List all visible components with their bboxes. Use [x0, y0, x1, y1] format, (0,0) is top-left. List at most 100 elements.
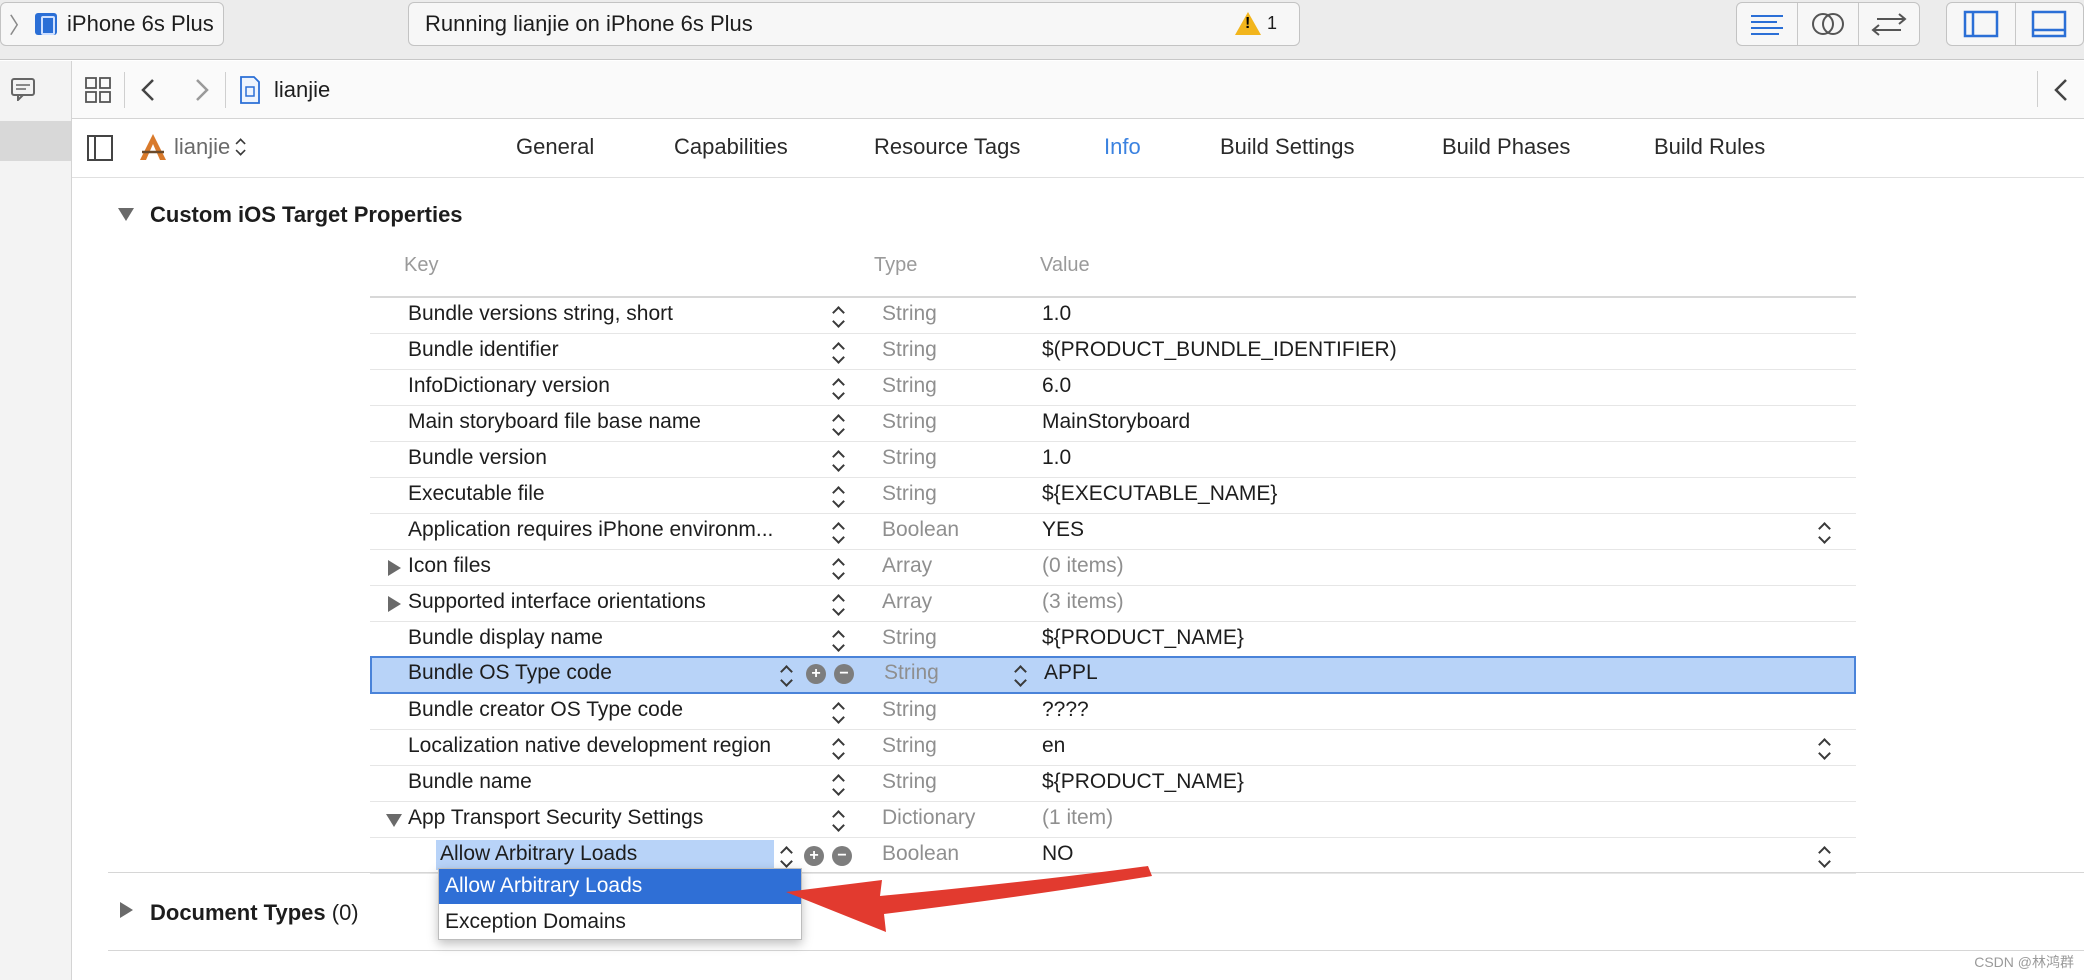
- jumpbar-divider: [2037, 71, 2038, 107]
- key-edit-field[interactable]: Allow Arbitrary Loads: [436, 840, 774, 870]
- table-row[interactable]: Bundle versions string, short String 1.0: [370, 298, 1856, 334]
- table-row[interactable]: Bundle identifier String $(PRODUCT_BUNDL…: [370, 334, 1856, 370]
- jump-bar: lianjie: [72, 61, 2084, 119]
- key-autocomplete-menu: Allow Arbitrary Loads Exception Domains: [438, 868, 802, 940]
- row-value[interactable]: ${EXECUTABLE_NAME}: [1042, 482, 1277, 506]
- row-value: (0 items): [1042, 554, 1124, 577]
- version-editor-button[interactable]: [1859, 3, 1919, 45]
- jumpbar-file-name[interactable]: lianjie: [274, 77, 330, 103]
- key-stepper-icon[interactable]: [832, 630, 846, 652]
- row-value[interactable]: en: [1042, 734, 1065, 758]
- key-stepper-icon[interactable]: [832, 774, 846, 796]
- target-selector[interactable]: lianjie: [138, 132, 248, 162]
- document-types-count: (0): [331, 900, 359, 925]
- row-value[interactable]: YES: [1042, 518, 1084, 542]
- key-stepper-icon[interactable]: [832, 342, 846, 364]
- toggle-navigator-button[interactable]: [1947, 3, 2016, 45]
- key-stepper-icon[interactable]: [832, 486, 846, 508]
- table-row[interactable]: InfoDictionary version String 6.0: [370, 370, 1856, 406]
- row-value[interactable]: APPL: [1044, 661, 1098, 685]
- row-key: Bundle version: [408, 446, 547, 469]
- column-header-key[interactable]: Key: [404, 254, 438, 277]
- toggle-debug-area-button[interactable]: [2016, 3, 2084, 45]
- key-stepper-icon[interactable]: [832, 810, 846, 832]
- tab-resource-tags[interactable]: Resource Tags: [874, 134, 1020, 160]
- menu-item-allow-arbitrary-loads[interactable]: Allow Arbitrary Loads: [439, 869, 801, 904]
- standard-editor-icon: [1751, 15, 1783, 35]
- tab-build-settings[interactable]: Build Settings: [1220, 134, 1355, 160]
- table-row[interactable]: Executable file String ${EXECUTABLE_NAME…: [370, 478, 1856, 514]
- key-stepper-icon[interactable]: [832, 522, 846, 544]
- key-stepper-icon[interactable]: [832, 306, 846, 328]
- gutter-selection: [0, 121, 71, 161]
- warning-indicator[interactable]: 1: [1234, 12, 1277, 35]
- menu-item-exception-domains[interactable]: Exception Domains: [439, 905, 801, 940]
- row-value[interactable]: 1.0: [1042, 302, 1071, 326]
- row-value[interactable]: MainStoryboard: [1042, 410, 1190, 434]
- issue-bubble-icon[interactable]: [10, 77, 38, 101]
- remove-row-icon[interactable]: −: [834, 664, 854, 684]
- table-row[interactable]: Bundle creator OS Type code String ????: [370, 694, 1856, 730]
- forward-arrow-icon[interactable]: [189, 76, 213, 104]
- add-row-icon[interactable]: +: [806, 664, 826, 684]
- key-stepper-icon[interactable]: [832, 414, 846, 436]
- tab-build-phases[interactable]: Build Phases: [1442, 134, 1570, 160]
- type-stepper-icon[interactable]: [1014, 665, 1028, 687]
- value-stepper-icon[interactable]: [1818, 846, 1832, 868]
- value-stepper-icon[interactable]: [1818, 522, 1832, 544]
- row-key: Bundle OS Type code: [408, 661, 612, 684]
- key-stepper-icon[interactable]: [832, 378, 846, 400]
- disclosure-collapsed-icon[interactable]: [120, 902, 133, 918]
- table-row[interactable]: Application requires iPhone environm... …: [370, 514, 1856, 550]
- row-value[interactable]: 1.0: [1042, 446, 1071, 470]
- standard-editor-button[interactable]: [1737, 3, 1798, 45]
- navigator-panel-icon: [1963, 10, 1998, 38]
- table-row[interactable]: Localization native development region S…: [370, 730, 1856, 766]
- section-title: Custom iOS Target Properties: [150, 202, 463, 227]
- disclosure-collapsed-icon[interactable]: [388, 596, 401, 612]
- column-header-type[interactable]: Type: [874, 254, 917, 277]
- table-row[interactable]: Icon files Array (0 items): [370, 550, 1856, 586]
- key-stepper-icon[interactable]: [832, 450, 846, 472]
- key-stepper-icon[interactable]: [832, 558, 846, 580]
- disclosure-expanded-icon[interactable]: [118, 208, 134, 221]
- table-row-selected[interactable]: Bundle OS Type code + − String APPL: [370, 656, 1856, 694]
- row-type: String: [882, 482, 937, 505]
- table-row[interactable]: App Transport Security Settings Dictiona…: [370, 802, 1856, 838]
- tab-info[interactable]: Info: [1104, 134, 1141, 160]
- key-stepper-icon[interactable]: [832, 702, 846, 724]
- row-type: String: [882, 338, 937, 361]
- row-value[interactable]: ${PRODUCT_NAME}: [1042, 770, 1244, 794]
- disclosure-expanded-icon[interactable]: [386, 814, 402, 827]
- watermark: CSDN @林鸿群: [1974, 954, 2074, 970]
- table-row[interactable]: Supported interface orientations Array (…: [370, 586, 1856, 622]
- value-stepper-icon[interactable]: [1818, 738, 1832, 760]
- tab-capabilities[interactable]: Capabilities: [674, 134, 788, 160]
- row-value[interactable]: $(PRODUCT_BUNDLE_IDENTIFIER): [1042, 338, 1397, 362]
- scheme-selector[interactable]: 〉 iPhone 6s Plus: [0, 2, 224, 46]
- tab-build-rules[interactable]: Build Rules: [1654, 134, 1765, 160]
- related-items-grid-icon[interactable]: [84, 76, 112, 104]
- key-stepper-icon[interactable]: [832, 738, 846, 760]
- table-row[interactable]: Bundle display name String ${PRODUCT_NAM…: [370, 622, 1856, 658]
- table-row[interactable]: Bundle version String 1.0: [370, 442, 1856, 478]
- show-targets-icon[interactable]: [86, 134, 114, 162]
- collapse-arrow-icon[interactable]: [2050, 76, 2074, 104]
- key-stepper-icon[interactable]: [832, 594, 846, 616]
- view-toggle-group: [1946, 2, 2084, 46]
- row-value[interactable]: 6.0: [1042, 374, 1071, 398]
- row-value[interactable]: ${PRODUCT_NAME}: [1042, 626, 1244, 650]
- table-row[interactable]: Main storyboard file base name String Ma…: [370, 406, 1856, 442]
- back-arrow-icon[interactable]: [137, 76, 161, 104]
- row-key: Bundle versions string, short: [408, 302, 673, 325]
- column-header-value[interactable]: Value: [1040, 254, 1090, 277]
- chevron-right-icon: 〉: [9, 13, 32, 38]
- jumpbar-divider: [124, 71, 125, 108]
- table-row[interactable]: Bundle name String ${PRODUCT_NAME}: [370, 766, 1856, 802]
- row-value[interactable]: ????: [1042, 698, 1089, 722]
- disclosure-collapsed-icon[interactable]: [388, 560, 401, 576]
- assistant-editor-button[interactable]: [1798, 3, 1859, 45]
- row-key: Application requires iPhone environm...: [408, 518, 774, 541]
- key-stepper-icon[interactable]: [780, 665, 794, 687]
- tab-general[interactable]: General: [516, 134, 594, 160]
